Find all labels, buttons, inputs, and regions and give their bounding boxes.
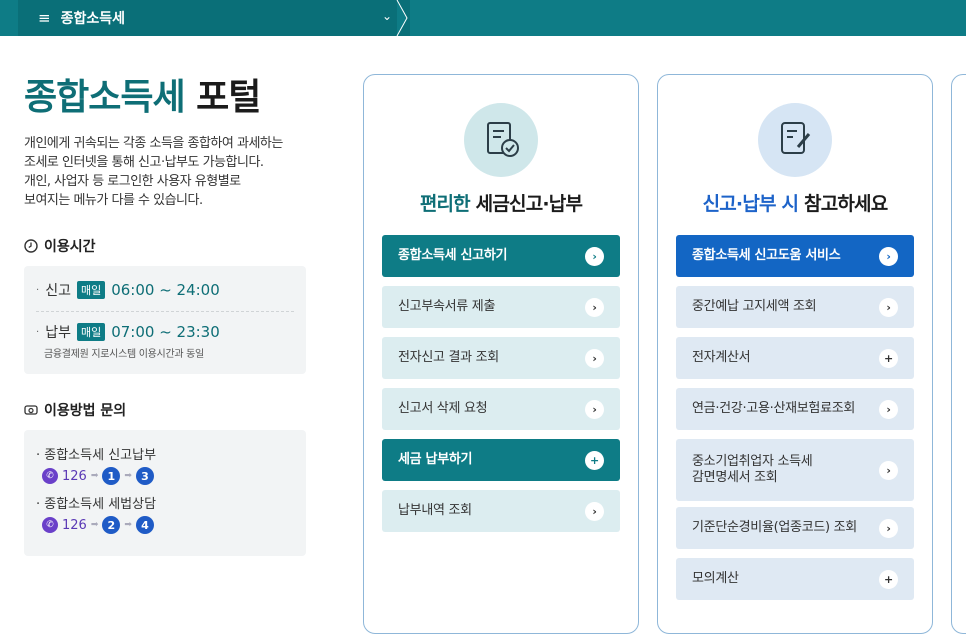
clock-icon	[24, 239, 38, 253]
phone-icon: ✆	[42, 468, 58, 484]
hamburger-icon[interactable]: ≡	[38, 9, 51, 27]
telephone-icon	[24, 405, 38, 415]
chevron-right-icon: ›	[585, 348, 604, 368]
phone-menu-path: ✆ 126 ➡ 2 ➡ 4	[42, 516, 294, 534]
receipt-check-icon	[464, 103, 538, 177]
filing-payment-card: 편리한 세금신고·납부 종합소득세 신고하기 › 신고부속서류 제출 › 전자신고 …	[363, 74, 639, 634]
inquiry-box: · 종합소득세 신고납부 ✆ 126 ➡ 1 ➡ 3 · 종합소득세 세법상담 …	[24, 430, 306, 556]
daily-badge: 매일	[76, 281, 106, 299]
plus-icon: +	[879, 348, 898, 368]
pay-tax-button[interactable]: 세금 납부하기 +	[382, 439, 620, 481]
chevron-right-icon: ›	[585, 501, 604, 521]
phone-menu-path: ✆ 126 ➡ 1 ➡ 3	[42, 467, 294, 485]
chevron-down-icon[interactable]: ⌄	[382, 9, 392, 23]
e-filing-result-button[interactable]: 전자신고 결과 조회 ›	[382, 337, 620, 379]
hours-box: · 신고 매일 06:00 ~ 24:00 · 납부 매일 07:00 ~ 23…	[24, 266, 306, 374]
phone-icon: ✆	[42, 517, 58, 533]
top-navigation-bar: ≡ 종합소득세 ⌄	[0, 0, 966, 36]
card-title: 편리한 세금신고·납부	[419, 193, 583, 215]
chevron-right-icon: ›	[585, 399, 604, 419]
inquiry-heading: 이용방법 문의	[24, 400, 314, 420]
plus-icon: +	[879, 569, 898, 589]
inquiry-item: · 종합소득세 세법상담	[36, 497, 157, 512]
menu-title: 종합소득세	[60, 11, 125, 27]
e-invoice-button[interactable]: 전자계산서 +	[676, 337, 914, 379]
arrow-right-icon: ➡	[90, 520, 99, 530]
menu-selector[interactable]: ≡ 종합소득세 ⌄	[18, 0, 410, 36]
intro-column: 종합소득세 포털 개인에게 귀속되는 각종 소득을 종합하여 과세하는 조세로 …	[24, 74, 314, 556]
plus-icon: +	[585, 450, 604, 470]
page-description: 개인에게 귀속되는 각종 소득을 종합하여 과세하는 조세로 인터넷을 통해 신…	[24, 136, 283, 208]
step-badge: 4	[135, 516, 154, 534]
hours-row-filing: · 신고 매일 06:00 ~ 24:00	[36, 281, 220, 299]
payment-history-button[interactable]: 납부내역 조회 ›	[382, 490, 620, 532]
document-edit-icon	[758, 103, 832, 177]
chevron-right-icon: ›	[585, 246, 604, 266]
third-card-partial	[951, 74, 966, 634]
sme-exemption-lookup-button[interactable]: 중소기업취업자 소득세 감면명세서 조회 ›	[676, 439, 914, 501]
inquiry-item: · 종합소득세 신고납부	[36, 448, 157, 463]
arrow-right-icon: ➡	[124, 520, 132, 530]
chevron-right-icon: ›	[585, 297, 604, 317]
chevron-right-icon: ›	[879, 246, 898, 266]
step-badge: 1	[102, 467, 121, 485]
mock-calculation-button[interactable]: 모의계산 +	[676, 558, 914, 600]
file-income-tax-button[interactable]: 종합소득세 신고하기 ›	[382, 235, 620, 277]
step-badge: 2	[102, 516, 121, 534]
breadcrumb-divider	[396, 0, 408, 36]
submit-attachments-button[interactable]: 신고부속서류 제출 ›	[382, 286, 620, 328]
chevron-right-icon: ›	[879, 518, 898, 538]
page-title: 종합소득세 포털	[24, 77, 261, 118]
interim-prepayment-button[interactable]: 중간예납 고지세액 조회 ›	[676, 286, 914, 328]
hours-row-payment: · 납부 매일 07:00 ~ 23:30	[36, 323, 220, 341]
insurance-premium-lookup-button[interactable]: 연금·건강·고용·산재보험료조회 ›	[676, 388, 914, 430]
delete-return-request-button[interactable]: 신고서 삭제 요청 ›	[382, 388, 620, 430]
step-badge: 3	[135, 467, 154, 485]
chevron-right-icon: ›	[879, 399, 898, 419]
hours-heading: 이용시간	[24, 236, 314, 256]
arrow-right-icon: ➡	[124, 471, 132, 481]
chevron-right-icon: ›	[879, 297, 898, 317]
expense-rate-lookup-button[interactable]: 기준단순경비율(업종코드) 조회 ›	[676, 507, 914, 549]
chevron-right-icon: ›	[879, 460, 898, 480]
reference-card: 신고·납부 시 참고하세요 종합소득세 신고도움 서비스 › 중간예납 고지세액 …	[657, 74, 933, 634]
hours-note: 금융결제원 지로시스템 이용시간과 동일	[44, 349, 204, 360]
filing-help-service-button[interactable]: 종합소득세 신고도움 서비스 ›	[676, 235, 914, 277]
arrow-right-icon: ➡	[90, 471, 99, 481]
divider	[36, 311, 294, 312]
card-title: 신고·납부 시 참고하세요	[702, 193, 889, 215]
daily-badge: 매일	[76, 323, 106, 341]
